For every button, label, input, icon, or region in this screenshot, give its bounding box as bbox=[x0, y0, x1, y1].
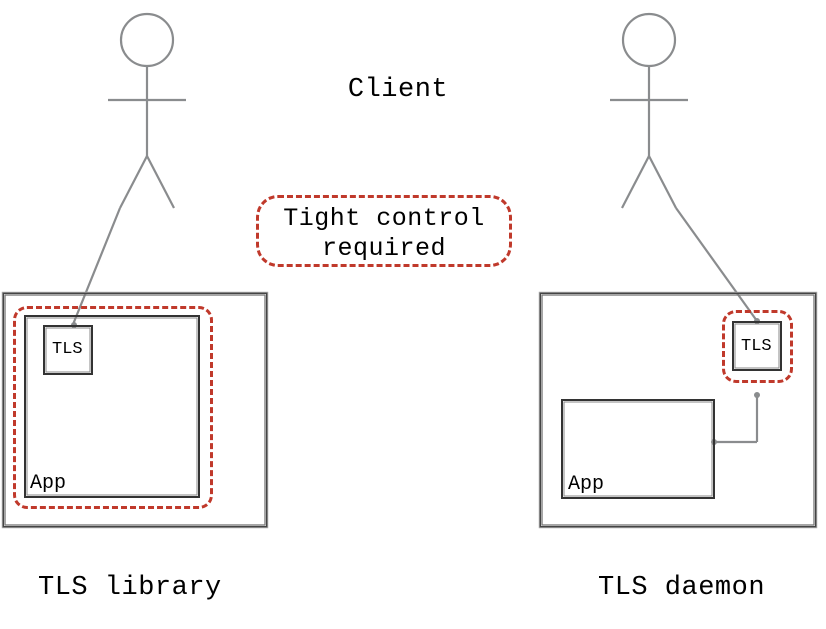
diagram-stage: Client Tight control required TLS App TL… bbox=[0, 0, 826, 629]
callout-line2: required bbox=[322, 234, 446, 263]
left-caption: TLS library bbox=[38, 573, 222, 603]
callout-line1: Tight control bbox=[283, 204, 485, 233]
right-caption: TLS daemon bbox=[598, 573, 765, 603]
connector-right-top bbox=[676, 208, 760, 324]
tight-control-callout: Tight control required bbox=[256, 195, 512, 267]
stick-figure-left bbox=[108, 14, 186, 208]
connector-right-bottom bbox=[711, 392, 760, 445]
client-title: Client bbox=[338, 75, 458, 105]
right-tls-label: TLS bbox=[741, 337, 772, 356]
left-tls-label: TLS bbox=[52, 340, 83, 359]
stick-figure-right bbox=[610, 14, 688, 208]
left-app-label: App bbox=[30, 472, 66, 495]
right-app-label: App bbox=[568, 473, 604, 496]
